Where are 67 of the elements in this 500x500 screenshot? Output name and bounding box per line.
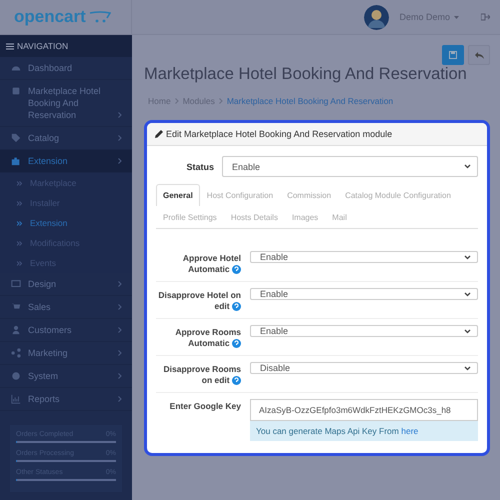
pencil-icon [155, 130, 163, 138]
nav-item[interactable]: Extension [0, 150, 132, 173]
nav-item[interactable]: Marketplace Hotel Booking And Reservation [0, 80, 132, 127]
caret-icon [454, 16, 459, 18]
field-label: Disapprove Rooms on edit [162, 363, 241, 386]
tab[interactable]: Host Configuration [200, 184, 280, 206]
page-title: Marketplace Hotel Booking And Reservation [144, 65, 468, 84]
tab[interactable]: General [156, 184, 200, 206]
tab[interactable]: Profile Settings [156, 206, 224, 228]
tab[interactable]: Hosts Details [224, 206, 285, 228]
caret-icon [464, 164, 471, 169]
cart-logo-icon [88, 11, 111, 23]
field-label: Approve Rooms Automatic [174, 326, 241, 349]
help-icon[interactable] [232, 265, 241, 274]
input-field[interactable]: AIzaSyB-OzzGEfpfo3m6WdkFztHEKzGMOc3s_h8 [250, 399, 478, 421]
tab[interactable]: Catalog Module Configuration [338, 184, 458, 206]
field-label: Enter Google Key [168, 400, 241, 412]
field-label: Approve Hotel Automatic [182, 252, 241, 275]
monitor-icon [11, 279, 21, 289]
navigation-title: NAVIGATION [17, 41, 68, 51]
double-chevron-icon [17, 220, 22, 226]
avatar-icon[interactable] [364, 4, 390, 30]
save-button[interactable] [442, 45, 464, 65]
user-icon [11, 325, 21, 335]
reply-arrow-icon [474, 52, 484, 58]
caret-icon [464, 292, 471, 296]
panel-heading: Edit Marketplace Hotel Booking And Reservation module [166, 129, 392, 139]
share-icon [11, 348, 21, 358]
logout-icon[interactable] [481, 13, 490, 21]
menu-icon [6, 42, 14, 50]
double-chevron-icon [17, 240, 22, 246]
tag-icon [11, 133, 21, 143]
tab[interactable]: Commission [280, 184, 338, 206]
bar-chart-icon [11, 394, 21, 404]
double-chevron-icon [17, 200, 22, 206]
caret-icon [464, 328, 471, 334]
caret-icon [464, 254, 471, 260]
help-icon[interactable] [232, 376, 241, 385]
double-chevron-icon [17, 180, 22, 186]
status-label: Status [185, 162, 214, 172]
field-label: Disapprove Hotel on edit [157, 289, 241, 312]
nav-item[interactable]: Dashboard [0, 57, 132, 80]
select-field[interactable]: Disable [250, 362, 478, 374]
tab[interactable]: Mail [325, 206, 354, 228]
select-field[interactable]: Enable [250, 288, 478, 300]
chevron-icon [218, 98, 223, 104]
help-icon[interactable] [232, 302, 241, 311]
tab[interactable]: Images [284, 206, 326, 228]
nav-item[interactable]: Design [0, 273, 132, 296]
caret-icon [464, 366, 471, 370]
logo[interactable]: opencart [14, 7, 86, 27]
select-field[interactable]: Enable [250, 251, 478, 263]
nav-item[interactable]: Reports [0, 388, 132, 411]
breadcrumb-link[interactable]: Marketplace Hotel Booking And Reservation [226, 96, 394, 106]
select-field[interactable]: Enable [250, 325, 478, 337]
here-link[interactable]: here [401, 426, 418, 436]
nav-item[interactable]: Customers [0, 319, 132, 342]
nav-item[interactable]: Sales [0, 296, 132, 319]
help-icon[interactable] [232, 339, 241, 348]
back-button[interactable] [468, 45, 490, 65]
status-select[interactable]: Enable [222, 156, 478, 177]
chevron-icon [174, 98, 179, 104]
save-icon [449, 51, 457, 59]
help-note: You can generate Maps Api Key From here [250, 421, 478, 441]
nav-item[interactable]: System [0, 365, 132, 388]
double-chevron-icon [17, 260, 22, 266]
nav-item[interactable]: Marketing [0, 342, 132, 365]
